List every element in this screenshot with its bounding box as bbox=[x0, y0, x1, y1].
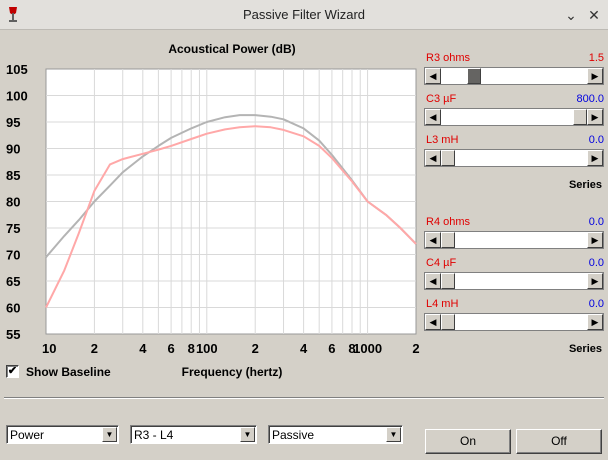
y-tick-label: 65 bbox=[6, 274, 20, 289]
x-tick-label: 10 bbox=[42, 341, 56, 356]
scroll-thumb[interactable] bbox=[441, 314, 455, 330]
scroll-left-icon[interactable]: ◀ bbox=[425, 314, 441, 330]
close-icon[interactable]: ✕ bbox=[584, 5, 604, 25]
slider-label: L3 mH bbox=[426, 134, 459, 146]
slider-r3: R3 ohms 1.5 ◀ ▶ bbox=[424, 52, 604, 90]
slider-value: 0.0 bbox=[588, 134, 604, 146]
scroll-right-icon[interactable]: ▶ bbox=[587, 314, 603, 330]
type-select-value: Passive bbox=[272, 428, 315, 442]
y-tick-label: 105 bbox=[6, 62, 28, 77]
slider-value: 1.5 bbox=[588, 52, 604, 64]
slider-label: C3 µF bbox=[426, 93, 457, 105]
slider-c4: C4 µF 0.0 ◀ ▶ bbox=[424, 257, 604, 295]
series-label-upper: Series bbox=[568, 179, 602, 191]
scroll-thumb[interactable] bbox=[467, 68, 482, 84]
slider-label: L4 mH bbox=[426, 298, 459, 310]
scroll-left-icon[interactable]: ◀ bbox=[425, 68, 441, 84]
x-tick-label: 2 bbox=[412, 341, 419, 356]
y-tick-label: 80 bbox=[6, 195, 20, 210]
slider-value: 0.0 bbox=[588, 216, 604, 228]
show-baseline-label: Show Baseline bbox=[26, 365, 111, 379]
dropdown-arrow-icon[interactable]: ▼ bbox=[102, 427, 117, 442]
mode-select[interactable]: Power ▼ bbox=[6, 425, 119, 444]
show-baseline-checkbox[interactable]: ✔ bbox=[6, 365, 19, 378]
r4-scrollbar[interactable]: ◀ ▶ bbox=[424, 231, 604, 249]
slider-value: 800.0 bbox=[576, 93, 604, 105]
scroll-right-icon[interactable]: ▶ bbox=[587, 232, 603, 248]
y-tick-label: 85 bbox=[6, 168, 20, 183]
range-select-value: R3 - L4 bbox=[134, 428, 174, 442]
x-tick-label: 6 bbox=[168, 341, 175, 356]
off-button[interactable]: Off bbox=[516, 429, 602, 454]
dropdown-arrow-icon[interactable]: ▼ bbox=[386, 427, 401, 442]
l3-scrollbar[interactable]: ◀ ▶ bbox=[424, 149, 604, 167]
c3-scrollbar[interactable]: ◀ ▶ bbox=[424, 108, 604, 126]
scroll-thumb[interactable] bbox=[573, 109, 587, 125]
separator bbox=[4, 397, 604, 399]
scroll-left-icon[interactable]: ◀ bbox=[425, 232, 441, 248]
range-select[interactable]: R3 - L4 ▼ bbox=[130, 425, 257, 444]
l4-scrollbar[interactable]: ◀ ▶ bbox=[424, 313, 604, 331]
slider-r4: R4 ohms 0.0 ◀ ▶ bbox=[424, 216, 604, 254]
slider-label: R3 ohms bbox=[426, 52, 471, 64]
scroll-right-icon[interactable]: ▶ bbox=[587, 109, 603, 125]
scroll-right-icon[interactable]: ▶ bbox=[587, 150, 603, 166]
y-tick-label: 90 bbox=[6, 142, 20, 157]
series-label-lower: Series bbox=[568, 343, 602, 355]
y-tick-label: 55 bbox=[6, 327, 20, 342]
type-select[interactable]: Passive ▼ bbox=[268, 425, 403, 444]
title-bar: Passive Filter Wizard ⌄ ✕ bbox=[0, 0, 608, 30]
scroll-thumb[interactable] bbox=[441, 273, 455, 289]
y-tick-label: 75 bbox=[6, 221, 20, 236]
slider-value: 0.0 bbox=[588, 257, 604, 269]
slider-label: R4 ohms bbox=[426, 216, 471, 228]
on-button[interactable]: On bbox=[425, 429, 511, 454]
x-tick-label: 1000 bbox=[353, 341, 382, 356]
x-tick-label: 100 bbox=[196, 341, 218, 356]
checkmark-icon: ✔ bbox=[7, 365, 18, 377]
x-tick-label: 8 bbox=[188, 341, 195, 356]
acoustical-power-chart: 105 100 95 90 85 80 75 70 65 60 55 10 2 4 6 8 100 2 4 6 8 100… bbox=[0, 30, 420, 392]
scroll-thumb[interactable] bbox=[441, 232, 455, 248]
x-tick-label: 2 bbox=[91, 341, 98, 356]
dropdown-arrow-icon[interactable]: ▼ bbox=[240, 427, 255, 442]
x-tick-label: 4 bbox=[300, 341, 308, 356]
y-tick-label: 100 bbox=[6, 89, 28, 104]
scroll-left-icon[interactable]: ◀ bbox=[425, 109, 441, 125]
chart-title: Acoustical Power (dB) bbox=[168, 42, 295, 56]
slider-c3: C3 µF 800.0 ◀ ▶ bbox=[424, 93, 604, 131]
r3-scrollbar[interactable]: ◀ ▶ bbox=[424, 67, 604, 85]
scroll-left-icon[interactable]: ◀ bbox=[425, 150, 441, 166]
scroll-right-icon[interactable]: ▶ bbox=[587, 68, 603, 84]
chart-svg: 10510095908580757065605510 2 4 6 8 100 2 4 6 8100… bbox=[6, 42, 420, 379]
y-tick-label: 95 bbox=[6, 115, 20, 130]
x-axis-label: Frequency (hertz) bbox=[182, 365, 283, 379]
x-tick-label: 2 bbox=[252, 341, 259, 356]
slider-l4: L4 mH 0.0 ◀ ▶ bbox=[424, 298, 604, 336]
collapse-icon[interactable]: ⌄ bbox=[561, 5, 581, 25]
scroll-left-icon[interactable]: ◀ bbox=[425, 273, 441, 289]
scroll-right-icon[interactable]: ▶ bbox=[587, 273, 603, 289]
slider-l3: L3 mH 0.0 ◀ ▶ bbox=[424, 134, 604, 172]
y-tick-label: 70 bbox=[6, 248, 20, 263]
x-tick-label: 4 bbox=[139, 341, 147, 356]
window-title: Passive Filter Wizard bbox=[242, 7, 366, 22]
slider-label: C4 µF bbox=[426, 257, 457, 269]
c4-scrollbar[interactable]: ◀ ▶ bbox=[424, 272, 604, 290]
y-tick-label: 60 bbox=[6, 301, 20, 316]
mode-select-value: Power bbox=[10, 428, 45, 442]
x-tick-label: 6 bbox=[328, 341, 335, 356]
slider-value: 0.0 bbox=[588, 298, 604, 310]
scroll-thumb[interactable] bbox=[441, 150, 455, 166]
